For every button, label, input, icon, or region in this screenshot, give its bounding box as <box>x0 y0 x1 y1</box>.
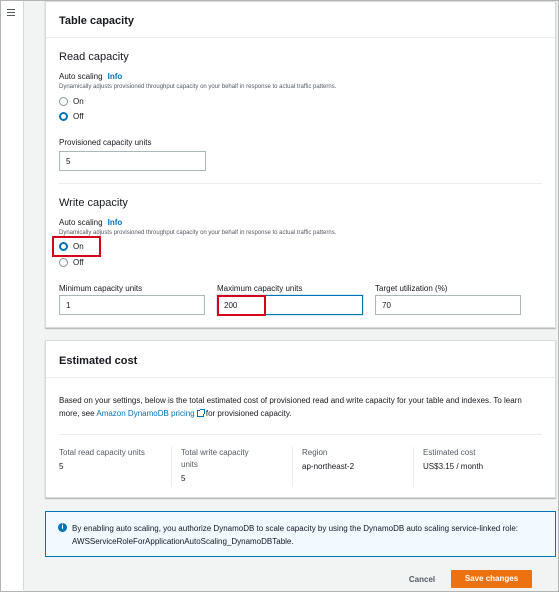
cost-body-text-end: for provisioned capacity. <box>203 409 292 418</box>
write-auto-scaling-label: Auto scaling Info <box>59 218 122 227</box>
minimum-capacity-input[interactable]: 1 <box>59 295 205 315</box>
radio-unselected-icon <box>59 97 68 106</box>
section-divider <box>59 183 542 184</box>
table-capacity-title: Table capacity <box>46 2 555 38</box>
total-write-capacity-column: Total write capacity units 5 <box>181 447 267 485</box>
maximum-capacity-input[interactable]: 200 <box>217 295 363 315</box>
read-off-label: Off <box>73 112 84 121</box>
column-separator <box>292 447 293 487</box>
cost-column-label: Total read capacity units <box>59 448 145 457</box>
read-auto-scaling-text: Auto scaling <box>59 72 103 81</box>
dynamodb-pricing-link[interactable]: Amazon DynamoDB pricing <box>96 409 194 418</box>
table-capacity-panel: Table capacity Read capacity Auto scalin… <box>45 1 556 328</box>
read-auto-scaling-label: Auto scaling Info <box>59 72 122 81</box>
write-off-label: Off <box>73 258 84 267</box>
total-read-capacity-column: Total read capacity units 5 <box>59 447 163 473</box>
alert-message: By enabling auto scaling, you authorize … <box>72 524 519 546</box>
cost-column-label: Region <box>302 448 328 457</box>
cost-column-value: ap-northeast-2 <box>302 462 355 471</box>
read-auto-scaling-on-radio[interactable]: On <box>59 97 84 106</box>
cost-divider <box>59 434 542 435</box>
info-icon: i <box>58 523 67 532</box>
radio-unselected-icon <box>59 258 68 267</box>
write-on-label: On <box>73 242 84 251</box>
write-auto-scaling-text: Auto scaling <box>59 218 103 227</box>
write-info-link[interactable]: Info <box>108 218 123 227</box>
write-auto-scaling-off-radio[interactable]: Off <box>59 258 84 267</box>
save-changes-button[interactable]: Save changes <box>451 570 532 588</box>
read-auto-scaling-description: Dynamically adjusts provisioned throughp… <box>59 84 337 90</box>
write-auto-scaling-on-radio[interactable]: On <box>59 242 84 251</box>
radio-selected-icon <box>59 112 68 121</box>
cost-column-label: Estimated cost <box>423 448 476 457</box>
target-utilization-input[interactable]: 70 <box>375 295 521 315</box>
main-content: Table capacity Read capacity Auto scalin… <box>24 1 558 591</box>
radio-selected-icon <box>59 242 68 251</box>
provisioned-capacity-label: Provisioned capacity units <box>59 138 152 147</box>
provisioned-capacity-input[interactable]: 5 <box>59 151 206 171</box>
read-on-label: On <box>73 97 84 106</box>
column-separator <box>171 447 172 487</box>
read-auto-scaling-off-radio[interactable]: Off <box>59 112 84 121</box>
column-separator <box>413 447 414 487</box>
read-info-link[interactable]: Info <box>108 72 123 81</box>
region-column: Region ap-northeast-2 <box>302 447 402 473</box>
cost-column-value: US$3.15 / month <box>423 462 484 471</box>
estimated-cost-description: Based on your settings, below is the tot… <box>59 394 537 420</box>
cost-column-value: 5 <box>59 462 64 471</box>
cancel-button[interactable]: Cancel <box>399 571 445 589</box>
write-capacity-title: Write capacity <box>59 197 128 209</box>
target-utilization-label: Target utilization (%) <box>375 284 448 293</box>
hamburger-menu-icon[interactable] <box>7 9 15 16</box>
cost-column-value: 5 <box>181 474 186 483</box>
side-navigation-rail <box>1 1 24 590</box>
estimated-cost-column: Estimated cost US$3.15 / month <box>423 447 533 473</box>
write-auto-scaling-description: Dynamically adjusts provisioned throughp… <box>59 230 337 236</box>
auto-scaling-info-alert: i By enabling auto scaling, you authoriz… <box>45 511 556 557</box>
maximum-capacity-label: Maximum capacity units <box>217 284 303 293</box>
estimated-cost-panel: Estimated cost Based on your settings, b… <box>45 340 556 498</box>
estimated-cost-title: Estimated cost <box>46 341 555 378</box>
cost-column-label: Total write capacity units <box>181 448 249 469</box>
minimum-capacity-label: Minimum capacity units <box>59 284 143 293</box>
external-link-icon <box>196 409 205 417</box>
read-capacity-title: Read capacity <box>59 51 129 63</box>
